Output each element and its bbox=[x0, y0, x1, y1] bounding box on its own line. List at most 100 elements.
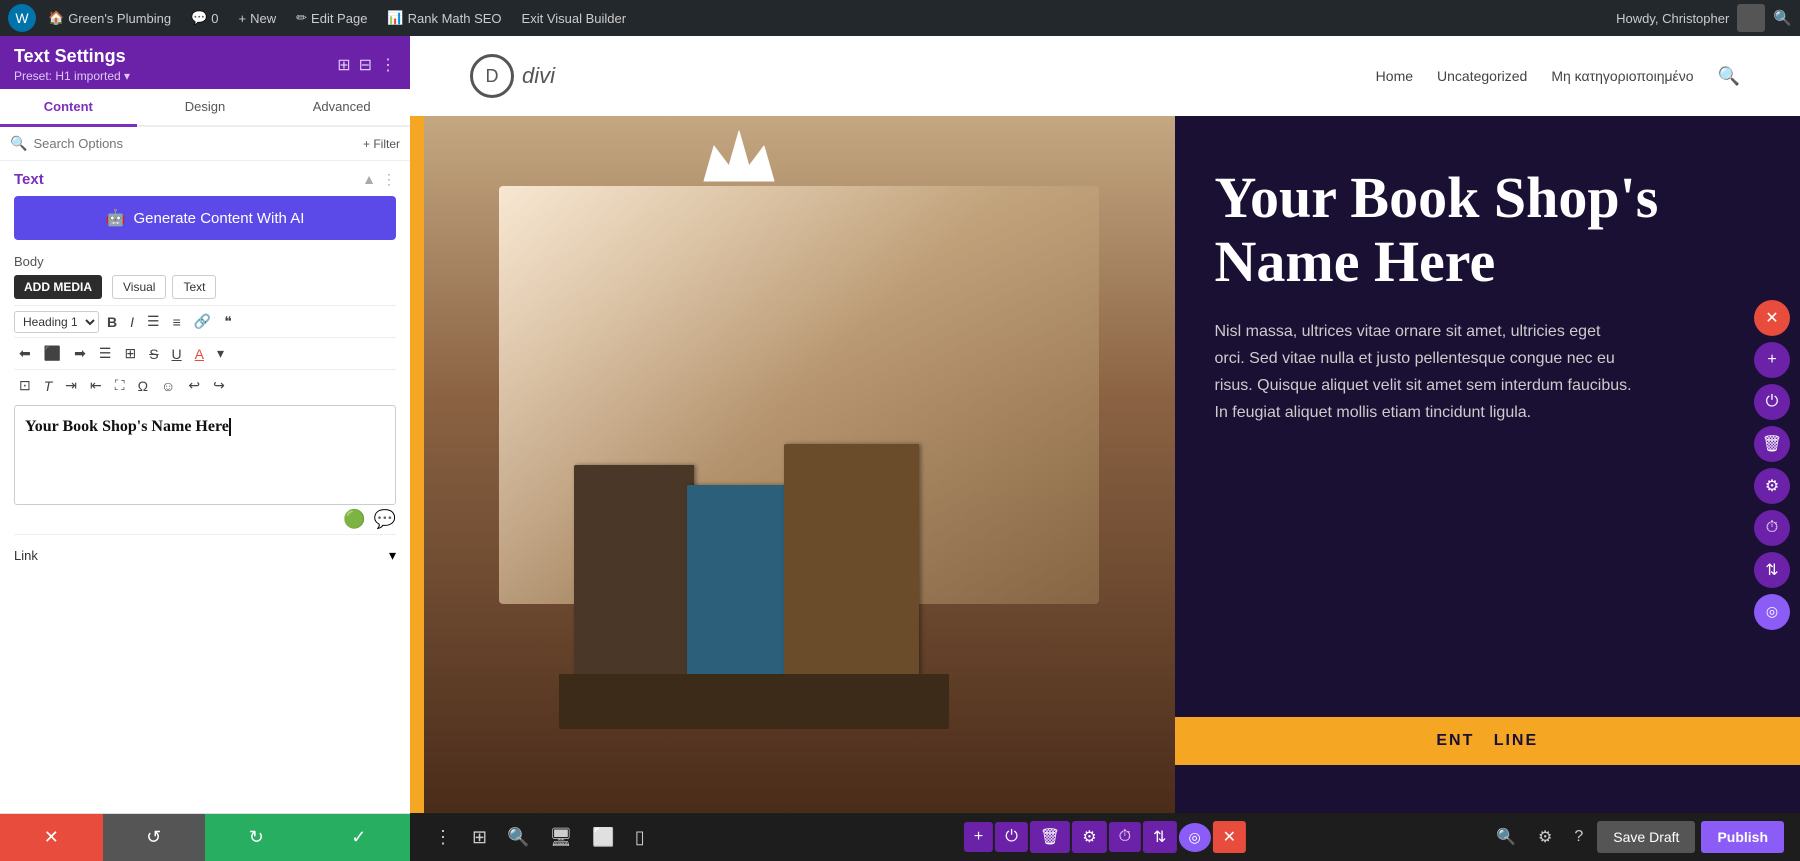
site-logo: D divi bbox=[470, 54, 555, 98]
undo-button[interactable]: ↺ bbox=[103, 814, 206, 861]
panel-icon-grid[interactable]: ⊞ bbox=[337, 55, 350, 75]
redo-editor-button[interactable]: ↪ bbox=[208, 374, 230, 397]
strikethrough-button[interactable]: S bbox=[144, 343, 163, 365]
center-power-button[interactable]: ⏻ bbox=[995, 822, 1028, 852]
align-right-button[interactable]: ➡ bbox=[69, 342, 91, 365]
editor-toolbar-row2: ⬅ ⬛ ➡ ☰ ⊞ S U A ▾ bbox=[14, 337, 396, 369]
settings-button[interactable]: ⚙ bbox=[1754, 468, 1790, 504]
desktop-view-button[interactable]: 🖥 bbox=[542, 821, 581, 854]
align-justify-button[interactable]: ☰ bbox=[94, 342, 117, 365]
underline-button[interactable]: U bbox=[167, 343, 187, 365]
quote-button[interactable]: ❝ bbox=[219, 310, 237, 333]
zoom-button[interactable]: 🔍 bbox=[499, 821, 537, 854]
panel-header-icons: ⊞ ⊟ ⋮ bbox=[337, 55, 396, 75]
omega-button[interactable]: Ω bbox=[133, 375, 153, 397]
clear-format-button[interactable]: T bbox=[39, 375, 58, 397]
heading-select[interactable]: Heading 1 bbox=[14, 311, 99, 333]
chat-icon[interactable]: 💬 bbox=[374, 509, 396, 530]
add-media-button[interactable]: ADD MEDIA bbox=[14, 275, 102, 299]
nav-greek[interactable]: Μη κατηγοριοποιημένο bbox=[1551, 68, 1693, 84]
ul-button[interactable]: ☰ bbox=[142, 310, 165, 333]
copy-format-button[interactable]: ⊡ bbox=[14, 374, 36, 397]
tab-content[interactable]: Content bbox=[0, 89, 137, 127]
save-draft-button[interactable]: Save Draft bbox=[1597, 821, 1695, 853]
section-icons: ▲ ⋮ bbox=[362, 171, 396, 188]
center-clock-button[interactable]: ⏱ bbox=[1109, 822, 1141, 852]
center-trash-button[interactable]: 🗑 bbox=[1030, 821, 1070, 853]
panel-icon-more[interactable]: ⋮ bbox=[380, 55, 396, 75]
center-add-button[interactable]: + bbox=[964, 822, 993, 852]
confirm-button[interactable]: ✓ bbox=[308, 814, 411, 861]
history-button[interactable]: ⏱ bbox=[1754, 510, 1790, 546]
panel-preset[interactable]: Preset: H1 imported ▾ bbox=[14, 69, 130, 83]
close-module-button[interactable]: ✕ bbox=[1754, 300, 1790, 336]
panel-tabs: Content Design Advanced bbox=[0, 89, 410, 127]
emoji-button[interactable]: ☺ bbox=[156, 375, 180, 397]
publish-button[interactable]: Publish bbox=[1701, 821, 1784, 853]
hero-right: Your Book Shop's Name Here Nisl massa, u… bbox=[1175, 116, 1800, 813]
link-chevron-icon: ▾ bbox=[389, 547, 396, 564]
add-module-button[interactable]: + bbox=[1754, 342, 1790, 378]
nav-search-icon[interactable]: 🔍 bbox=[1718, 66, 1740, 87]
edit-page-link[interactable]: ✏ Edit Page bbox=[288, 6, 375, 30]
redo-button[interactable]: ↻ bbox=[205, 814, 308, 861]
ai-generate-button[interactable]: 🤖 Generate Content With AI bbox=[14, 196, 396, 240]
center-close-button[interactable]: ✕ bbox=[1213, 821, 1246, 853]
hero-section: Your Book Shop's Name Here Nisl massa, u… bbox=[410, 116, 1800, 813]
cancel-button[interactable]: ✕ bbox=[0, 814, 103, 861]
color-chevron[interactable]: ▾ bbox=[212, 342, 229, 365]
canvas-search-button[interactable]: 🔍 bbox=[1488, 821, 1524, 853]
power-button[interactable]: ⏻ bbox=[1754, 384, 1790, 420]
italic-button[interactable]: I bbox=[125, 311, 139, 333]
rank-math-link[interactable]: 📊 Rank Math SEO bbox=[379, 6, 509, 30]
collapse-icon[interactable]: ▲ bbox=[362, 171, 376, 188]
topbar-search-icon[interactable]: 🔍 bbox=[1773, 9, 1792, 27]
section-more-icon[interactable]: ⋮ bbox=[382, 171, 396, 188]
fullscreen-button[interactable]: ⛶ bbox=[110, 374, 130, 397]
hamburger-button[interactable]: ⋮ bbox=[426, 821, 460, 854]
exit-builder-link[interactable]: Exit Visual Builder bbox=[514, 7, 635, 30]
table-button[interactable]: ⊞ bbox=[119, 342, 141, 365]
green-icon[interactable]: 🟢 bbox=[343, 509, 365, 530]
move-button[interactable]: ◎ bbox=[1754, 594, 1790, 630]
link-button[interactable]: 🔗 bbox=[189, 310, 216, 333]
visual-mode-button[interactable]: Visual bbox=[112, 275, 166, 299]
align-left-button[interactable]: ⬅ bbox=[14, 342, 36, 365]
tab-design[interactable]: Design bbox=[137, 89, 274, 127]
canvas-bottom-bar: ⋮ ⊞ 🔍 🖥 ⬜ ▯ + ⏻ 🗑 ⚙ ⏱ ⇅ ◎ ✕ 🔍 ⚙ ? Save D… bbox=[410, 813, 1800, 861]
panel-icon-columns[interactable]: ⊟ bbox=[359, 55, 372, 75]
hero-heading: Your Book Shop's Name Here bbox=[1215, 166, 1761, 294]
tab-advanced[interactable]: Advanced bbox=[273, 89, 410, 127]
link-header[interactable]: Link ▾ bbox=[14, 547, 396, 564]
tablet-view-button[interactable]: ⬜ bbox=[584, 821, 622, 854]
nav-home[interactable]: Home bbox=[1376, 68, 1413, 84]
site-name-link[interactable]: 🏠 Green's Plumbing bbox=[40, 6, 179, 30]
center-gear-button[interactable]: ⚙ bbox=[1072, 821, 1106, 853]
center-layers-button[interactable]: ⇅ bbox=[1143, 821, 1176, 853]
new-link[interactable]: + New bbox=[231, 7, 285, 30]
canvas-help-button[interactable]: ? bbox=[1566, 822, 1591, 852]
layers-button[interactable]: ⇅ bbox=[1754, 552, 1790, 588]
text-editor-area[interactable]: Your Book Shop's Name Here bbox=[14, 405, 396, 505]
text-mode-button[interactable]: Text bbox=[172, 275, 216, 299]
grid-view-button[interactable]: ⊞ bbox=[464, 821, 495, 854]
search-input[interactable] bbox=[33, 136, 357, 151]
align-center-button[interactable]: ⬛ bbox=[39, 342, 66, 365]
crown-icon bbox=[699, 126, 779, 186]
comments-link[interactable]: 💬 0 bbox=[183, 6, 226, 30]
indent-button[interactable]: ⇥ bbox=[60, 374, 82, 397]
nav-uncategorized[interactable]: Uncategorized bbox=[1437, 68, 1527, 84]
ol-button[interactable]: ≡ bbox=[168, 311, 186, 333]
mobile-view-button[interactable]: ▯ bbox=[627, 821, 653, 854]
undo-editor-button[interactable]: ↩ bbox=[183, 374, 205, 397]
trash-button[interactable]: 🗑 bbox=[1754, 426, 1790, 462]
pencil-icon: ✏ bbox=[296, 10, 307, 26]
wp-icon[interactable]: W bbox=[8, 4, 36, 32]
outdent-button[interactable]: ⇤ bbox=[85, 374, 107, 397]
avatar bbox=[1737, 4, 1765, 32]
filter-button[interactable]: + Filter bbox=[363, 137, 400, 151]
color-button[interactable]: A bbox=[190, 343, 209, 365]
center-move-button[interactable]: ◎ bbox=[1178, 823, 1210, 852]
canvas-settings-button[interactable]: ⚙ bbox=[1530, 821, 1560, 853]
bold-button[interactable]: B bbox=[102, 311, 122, 333]
